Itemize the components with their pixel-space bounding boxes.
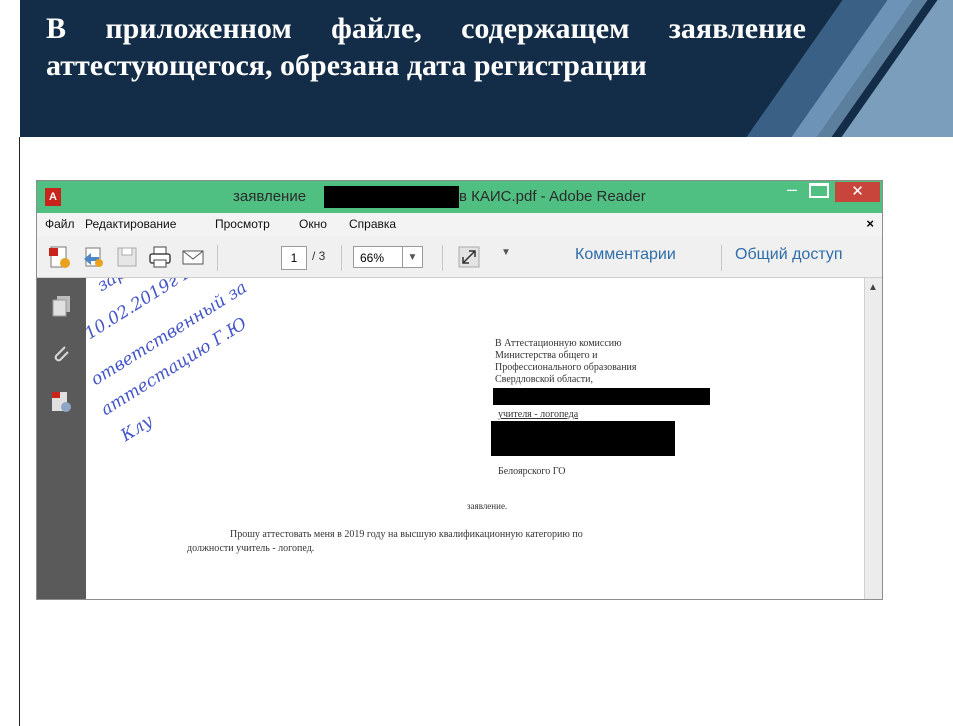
handwritten-note: Клу (117, 411, 157, 446)
print-icon[interactable] (148, 245, 172, 269)
toolbar-separator (721, 245, 722, 271)
redaction-block (493, 388, 710, 405)
position-line: учителя - логопеда (498, 409, 579, 420)
document-body: Прошу аттестовать меня в 2019 году на вы… (230, 529, 583, 540)
save-icon[interactable] (115, 245, 139, 269)
close-window-button[interactable]: ✕ (835, 182, 880, 202)
recipient-line: Свердловской области, (495, 374, 593, 385)
adobe-reader-window: A заявление в КАИС.pdf - Adobe Reader – … (36, 180, 883, 600)
redaction-block (491, 421, 675, 456)
menu-view[interactable]: Просмотр (215, 217, 270, 231)
page-number-input[interactable]: 1 (281, 246, 307, 270)
menu-help[interactable]: Справка (349, 217, 396, 231)
recipient-line: Профессионального образования (495, 362, 637, 373)
page-total: / 3 (312, 249, 326, 263)
scroll-up-icon[interactable]: ▲ (868, 282, 878, 293)
vertical-scrollbar[interactable]: ▲ (864, 278, 882, 599)
close-document-button[interactable]: × (866, 216, 874, 231)
slide-header: В приложенном файле, содержащем заявлени… (20, 0, 953, 137)
document-body: должности учитель - логопед. (187, 543, 315, 554)
window-title-right: в КАИС.pdf - Adobe Reader (459, 188, 646, 205)
menu-file[interactable]: Файл (45, 217, 75, 231)
share-button[interactable]: Общий доступ (735, 246, 843, 264)
attachments-icon[interactable] (49, 342, 73, 366)
previous-page-icon[interactable] (227, 248, 237, 266)
window-title: заявление в КАИС.pdf - Adobe Reader (37, 181, 882, 213)
toolbar-separator (217, 245, 218, 271)
menu-window[interactable]: Окно (299, 217, 327, 231)
redaction-block (324, 186, 459, 208)
recipient-line: Министерства общего и (495, 350, 598, 361)
toolbar-separator (442, 245, 443, 271)
maximize-button[interactable] (809, 183, 829, 198)
minimize-button[interactable]: – (779, 181, 805, 198)
toolbar-separator (341, 245, 342, 271)
toolbar-more-icon[interactable]: ▼ (501, 247, 511, 258)
zoom-input[interactable]: 66% (353, 246, 403, 268)
document-page: зарегистрирован 10.02.2019г Рег. № 1 отв… (86, 278, 864, 599)
zoom-dropdown-button[interactable]: ▼ (403, 246, 423, 268)
window-title-left: заявление (233, 188, 307, 205)
create-pdf-icon[interactable] (47, 245, 71, 269)
open-file-icon[interactable] (81, 245, 105, 269)
full-screen-icon[interactable] (457, 245, 481, 269)
recipient-line: В Аттестационную комиссию (495, 338, 622, 349)
email-icon[interactable] (181, 245, 205, 269)
place-line: Белоярского ГО (498, 466, 566, 477)
signatures-icon[interactable] (49, 390, 73, 414)
slide-title: В приложенном файле, содержащем заявлени… (46, 12, 806, 82)
toolbar: 1 / 3 66% ▼ ▼ Комментарии Общий доступ (37, 237, 882, 278)
menu-bar: Файл Редактирование Просмотр Окно Справк… (37, 213, 882, 237)
slide-left-border (19, 137, 20, 726)
page-thumbnails-icon[interactable] (49, 294, 73, 318)
document-heading: заявление. (467, 501, 508, 511)
menu-edit[interactable]: Редактирование (85, 217, 176, 231)
comments-button[interactable]: Комментарии (575, 246, 676, 264)
navigation-panel (37, 278, 86, 599)
window-titlebar: A заявление в КАИС.pdf - Adobe Reader – … (37, 181, 882, 213)
